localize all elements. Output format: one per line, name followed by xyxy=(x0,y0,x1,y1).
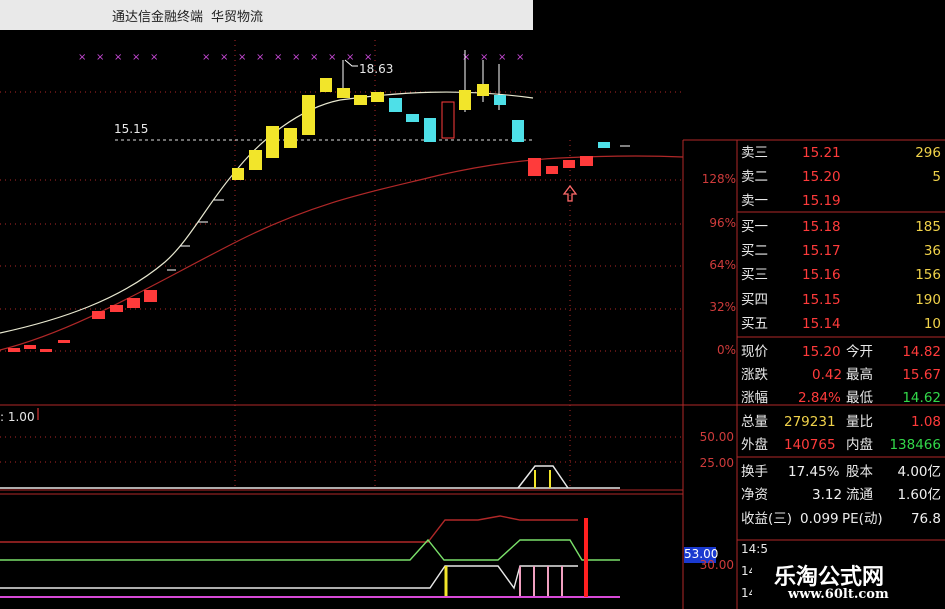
sub1-indicator-label: : 1.00 xyxy=(0,410,35,424)
svg-text:×: × xyxy=(150,52,158,63)
svg-text:×: × xyxy=(274,52,282,63)
bid-row-2[interactable]: 买二 15.17 36 xyxy=(738,240,945,262)
ref-price-label: 15.15 xyxy=(114,122,149,136)
stat-row-turnover: 换手 17.45% 股本 4.00亿 xyxy=(741,464,941,480)
pct-axis-64: 64% xyxy=(709,258,736,272)
bid-row-5[interactable]: 买五 15.14 10 xyxy=(738,313,945,335)
svg-text:×: × xyxy=(114,52,122,63)
svg-text:×: × xyxy=(78,52,86,63)
svg-text:×: × xyxy=(220,52,228,63)
candles xyxy=(8,50,630,352)
svg-text:×: × xyxy=(132,52,140,63)
svg-text:×: × xyxy=(462,52,470,63)
svg-text:×: × xyxy=(256,52,264,63)
sub1-axis-25: 25.00 xyxy=(699,456,734,470)
bid-row-4[interactable]: 买四 15.15 190 xyxy=(738,289,945,311)
stat-row-pct: 涨幅 2.84% 最低 14.62 xyxy=(741,390,941,406)
sub2-lines xyxy=(0,515,620,598)
sub1-lines xyxy=(0,408,620,489)
svg-text:×: × xyxy=(328,52,336,63)
stat-row-price: 现价 15.20 今开 14.82 xyxy=(741,344,941,360)
watermark-url: www.60lt.com xyxy=(788,587,889,602)
stat-row-nav: 净资 3.12 流通 1.60亿 xyxy=(741,487,941,503)
quote-panel: 卖三 15.21 296 卖二 15.20 5 卖一 15.19 买一 15.1… xyxy=(738,0,945,609)
sub1-axis-50: 50.00 xyxy=(699,430,734,444)
signal-marks: × × × × × × × × × × × × × × × × × × × xyxy=(78,52,524,63)
bid-row-3[interactable]: 买三 15.16 156 xyxy=(738,264,945,286)
ma-long-line xyxy=(0,155,684,351)
bid-row-1[interactable]: 买一 15.18 185 xyxy=(738,216,945,238)
stat-row-volume: 总量 279231 量比 1.08 xyxy=(741,414,941,430)
stat-row-outer-inner: 外盘 140765 内盘 138466 xyxy=(741,437,941,453)
svg-text:×: × xyxy=(310,52,318,63)
ask-row-1[interactable]: 卖一 15.19 xyxy=(738,190,945,212)
high-marker-label: 18.63 xyxy=(359,62,394,76)
svg-text:×: × xyxy=(202,52,210,63)
stat-row-eps: 收益(三) 0.099 PE(动) 76.8 xyxy=(741,511,941,527)
pct-axis-32: 32% xyxy=(709,300,736,314)
pct-axis-0: 0% xyxy=(716,343,736,357)
vertical-grid xyxy=(234,40,571,490)
pct-axis-96: 96% xyxy=(709,216,736,230)
svg-text:×: × xyxy=(498,52,506,63)
svg-text:×: × xyxy=(96,52,104,63)
sub2-axis-30: 30.00 xyxy=(699,558,734,572)
watermark-logo: 乐淘公式网 www.60lt.com xyxy=(752,555,945,609)
pct-axis-128: 128% xyxy=(701,172,736,186)
ask-row-3[interactable]: 卖三 15.21 296 xyxy=(738,142,945,164)
svg-text:×: × xyxy=(516,52,524,63)
ask-row-2[interactable]: 卖二 15.20 5 xyxy=(738,166,945,188)
svg-text:×: × xyxy=(292,52,300,63)
svg-text:×: × xyxy=(238,52,246,63)
stat-row-change: 涨跌 0.42 最高 15.67 xyxy=(741,367,941,383)
horizontal-grid xyxy=(0,91,683,463)
svg-text:×: × xyxy=(480,52,488,63)
arrow-up-icon xyxy=(562,184,578,202)
